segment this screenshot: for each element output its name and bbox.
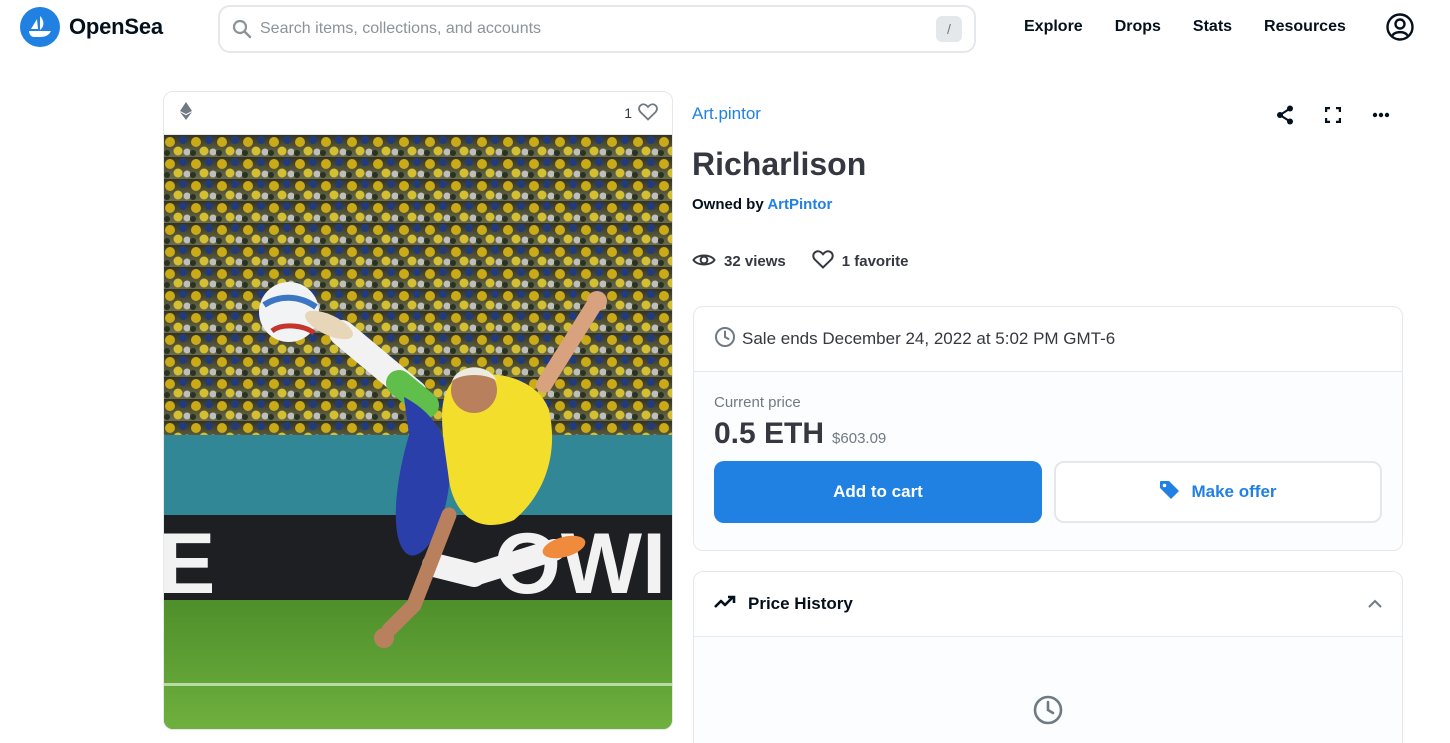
make-offer-button[interactable]: Make offer xyxy=(1054,461,1382,523)
heart-icon xyxy=(638,102,658,124)
price-row: 0.5 ETH $603.09 xyxy=(714,417,1382,451)
nav-explore[interactable]: Explore xyxy=(1024,18,1083,36)
ethereum-icon xyxy=(180,101,192,125)
sale-end-text: Sale ends December 24, 2022 at 5:02 PM G… xyxy=(742,329,1116,348)
nav-resources[interactable]: Resources xyxy=(1264,18,1346,36)
tag-icon xyxy=(1159,480,1181,505)
owned-by-label: Owned by xyxy=(692,196,764,213)
trade-station: Sale ends December 24, 2022 at 5:02 PM G… xyxy=(693,306,1403,551)
owned-by: Owned by ArtPintor xyxy=(692,196,832,213)
favorites-stat: 1 favorite xyxy=(812,250,909,273)
top-header: OpenSea / Explore Drops Stats Resources xyxy=(0,0,1450,56)
price-history-label: Price History xyxy=(748,594,853,613)
collection-link[interactable]: Art.pintor xyxy=(692,104,761,124)
search-shortcut-key: / xyxy=(936,16,962,42)
account-icon[interactable] xyxy=(1385,12,1415,42)
chevron-up-icon xyxy=(1368,595,1382,613)
eye-icon xyxy=(692,252,716,272)
price-eth: 0.5 ETH xyxy=(714,417,825,450)
sale-end-row: Sale ends December 24, 2022 at 5:02 PM G… xyxy=(694,307,1402,372)
opensea-logo-link[interactable]: OpenSea xyxy=(20,7,163,47)
svg-text:E: E xyxy=(164,516,215,612)
price-history-toggle[interactable]: Price History xyxy=(694,572,1402,637)
search-icon xyxy=(232,19,252,39)
add-to-cart-button[interactable]: Add to cart xyxy=(714,461,1042,523)
item-media-card: 1 OWI xyxy=(163,91,673,730)
item-stats: 32 views 1 favorite xyxy=(692,250,908,273)
more-options-icon[interactable] xyxy=(1364,100,1398,130)
nav-drops[interactable]: Drops xyxy=(1115,18,1161,36)
nav-stats[interactable]: Stats xyxy=(1193,18,1232,36)
views-count: 32 views xyxy=(724,253,786,270)
main-nav: Explore Drops Stats Resources xyxy=(1024,0,1346,54)
search-bar[interactable]: / xyxy=(218,5,976,53)
item-artwork-image[interactable]: E OWI xyxy=(164,135,672,729)
price-history-panel: Price History xyxy=(693,571,1403,743)
clock-icon xyxy=(1032,694,1064,731)
views-stat: 32 views xyxy=(692,252,786,272)
clock-icon xyxy=(714,326,736,353)
opensea-logo-icon xyxy=(20,7,60,47)
owner-link[interactable]: ArtPintor xyxy=(767,196,832,213)
price-usd: $603.09 xyxy=(832,430,887,447)
brand-name: OpenSea xyxy=(69,14,163,39)
price-area: Current price 0.5 ETH $603.09 Add to car… xyxy=(694,372,1402,550)
heart-icon xyxy=(812,250,834,273)
media-card-header: 1 xyxy=(164,92,672,135)
item-toolbar xyxy=(1268,100,1398,130)
make-offer-label: Make offer xyxy=(1191,482,1277,501)
fullscreen-icon[interactable] xyxy=(1316,100,1350,130)
share-icon[interactable] xyxy=(1268,100,1302,130)
search-input[interactable] xyxy=(260,20,936,38)
current-price-label: Current price xyxy=(714,394,801,411)
purchase-buttons: Add to cart Make offer xyxy=(714,461,1382,523)
favorite-count: 1 xyxy=(624,105,632,121)
price-history-body xyxy=(694,637,1402,743)
trending-icon xyxy=(714,595,736,614)
favorite-toggle[interactable]: 1 xyxy=(624,102,658,124)
item-title: Richarlison xyxy=(692,146,867,182)
favorites-count: 1 favorite xyxy=(841,253,909,270)
